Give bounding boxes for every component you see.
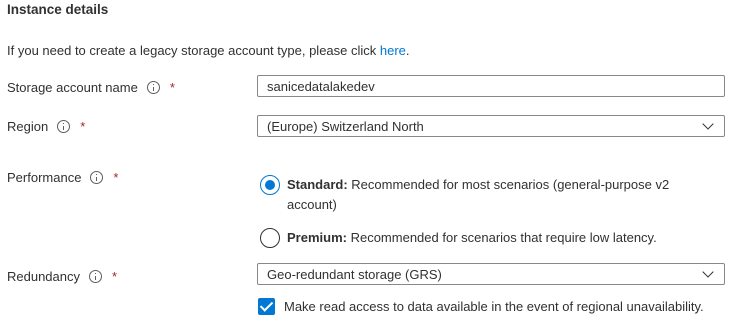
storage-account-name-value: sanicedatalakedev	[267, 78, 375, 94]
storage-account-name-label: Storage account name	[7, 80, 138, 95]
region-dropdown[interactable]: (Europe) Switzerland North	[257, 115, 725, 137]
redundancy-dropdown[interactable]: Geo-redundant storage (GRS)	[257, 263, 725, 285]
standard-option-title: Standard:	[287, 177, 348, 192]
here-link[interactable]: here	[380, 43, 406, 58]
section-title: Instance details	[7, 2, 109, 17]
region-label-row: Region *	[7, 119, 85, 134]
info-icon[interactable]	[146, 81, 160, 94]
performance-standard-radio[interactable]	[260, 175, 280, 195]
region-label: Region	[7, 119, 49, 134]
read-access-checkbox[interactable]	[258, 298, 275, 315]
redundancy-selected-value: Geo-redundant storage (GRS)	[267, 266, 442, 282]
required-asterisk: *	[113, 170, 119, 185]
storage-account-name-label-row: Storage account name *	[7, 80, 175, 95]
info-icon[interactable]	[57, 120, 71, 133]
performance-standard-option[interactable]: Standard: Recommended for most scenarios…	[287, 175, 707, 215]
chevron-down-icon	[702, 118, 714, 130]
redundancy-label: Redundancy	[7, 269, 80, 284]
region-selected-value: (Europe) Switzerland North	[267, 118, 424, 134]
premium-option-description: Recommended for scenarios that require l…	[346, 230, 657, 245]
performance-label-row: Performance *	[7, 170, 118, 185]
premium-option-title: Premium:	[287, 230, 347, 245]
redundancy-label-row: Redundancy *	[7, 269, 117, 284]
legacy-account-info: If you need to create a legacy storage a…	[7, 43, 410, 58]
intro-suffix: .	[405, 43, 410, 58]
intro-text: If you need to create a legacy storage a…	[7, 43, 380, 58]
required-asterisk: *	[169, 80, 175, 95]
chevron-down-icon	[702, 266, 714, 278]
info-icon[interactable]	[90, 171, 104, 184]
required-asterisk: *	[112, 269, 118, 284]
required-asterisk: *	[80, 119, 86, 134]
performance-premium-radio[interactable]	[260, 228, 280, 248]
performance-premium-option[interactable]: Premium: Recommended for scenarios that …	[287, 228, 707, 248]
performance-label: Performance	[7, 170, 82, 185]
storage-account-name-input[interactable]: sanicedatalakedev	[257, 75, 725, 97]
read-access-checkbox-label[interactable]: Make read access to data available in th…	[284, 299, 704, 314]
info-icon[interactable]	[89, 270, 102, 283]
